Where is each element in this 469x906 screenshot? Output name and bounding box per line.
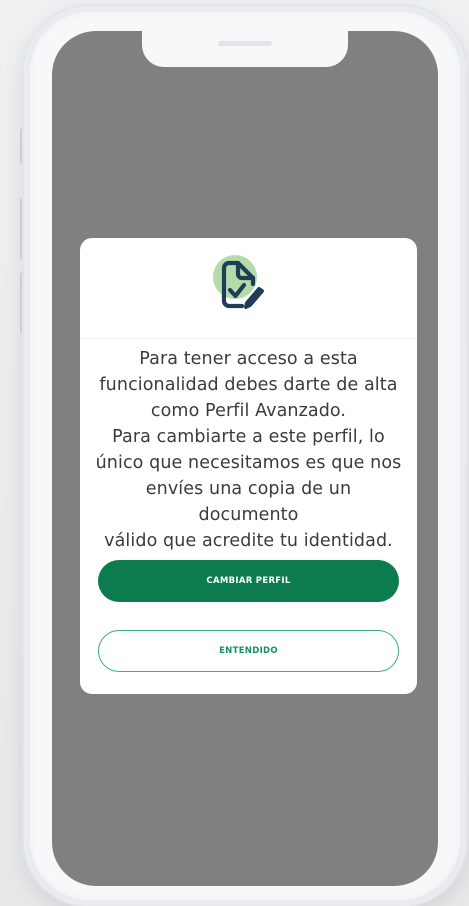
mockup-background: Para tener acceso a esta funcionalidad d… (0, 0, 469, 906)
speaker-grille (218, 41, 272, 46)
understood-button-label: ENTENDIDO (219, 646, 278, 656)
phone-notch (142, 31, 348, 67)
dialog-message: Para tener acceso a esta funcionalidad d… (95, 349, 402, 551)
change-profile-button[interactable]: CAMBIAR PERFIL (98, 560, 399, 602)
change-profile-button-label: CAMBIAR PERFIL (206, 576, 291, 586)
screen-overlay: Para tener acceso a esta funcionalidad d… (52, 31, 438, 886)
dialog-divider (80, 338, 417, 339)
understood-button[interactable]: ENTENDIDO (98, 630, 399, 672)
phone-frame: Para tener acceso a esta funcionalidad d… (24, 6, 466, 906)
document-check-edit-icon (206, 246, 286, 326)
profile-upgrade-dialog: Para tener acceso a esta funcionalidad d… (80, 238, 417, 694)
